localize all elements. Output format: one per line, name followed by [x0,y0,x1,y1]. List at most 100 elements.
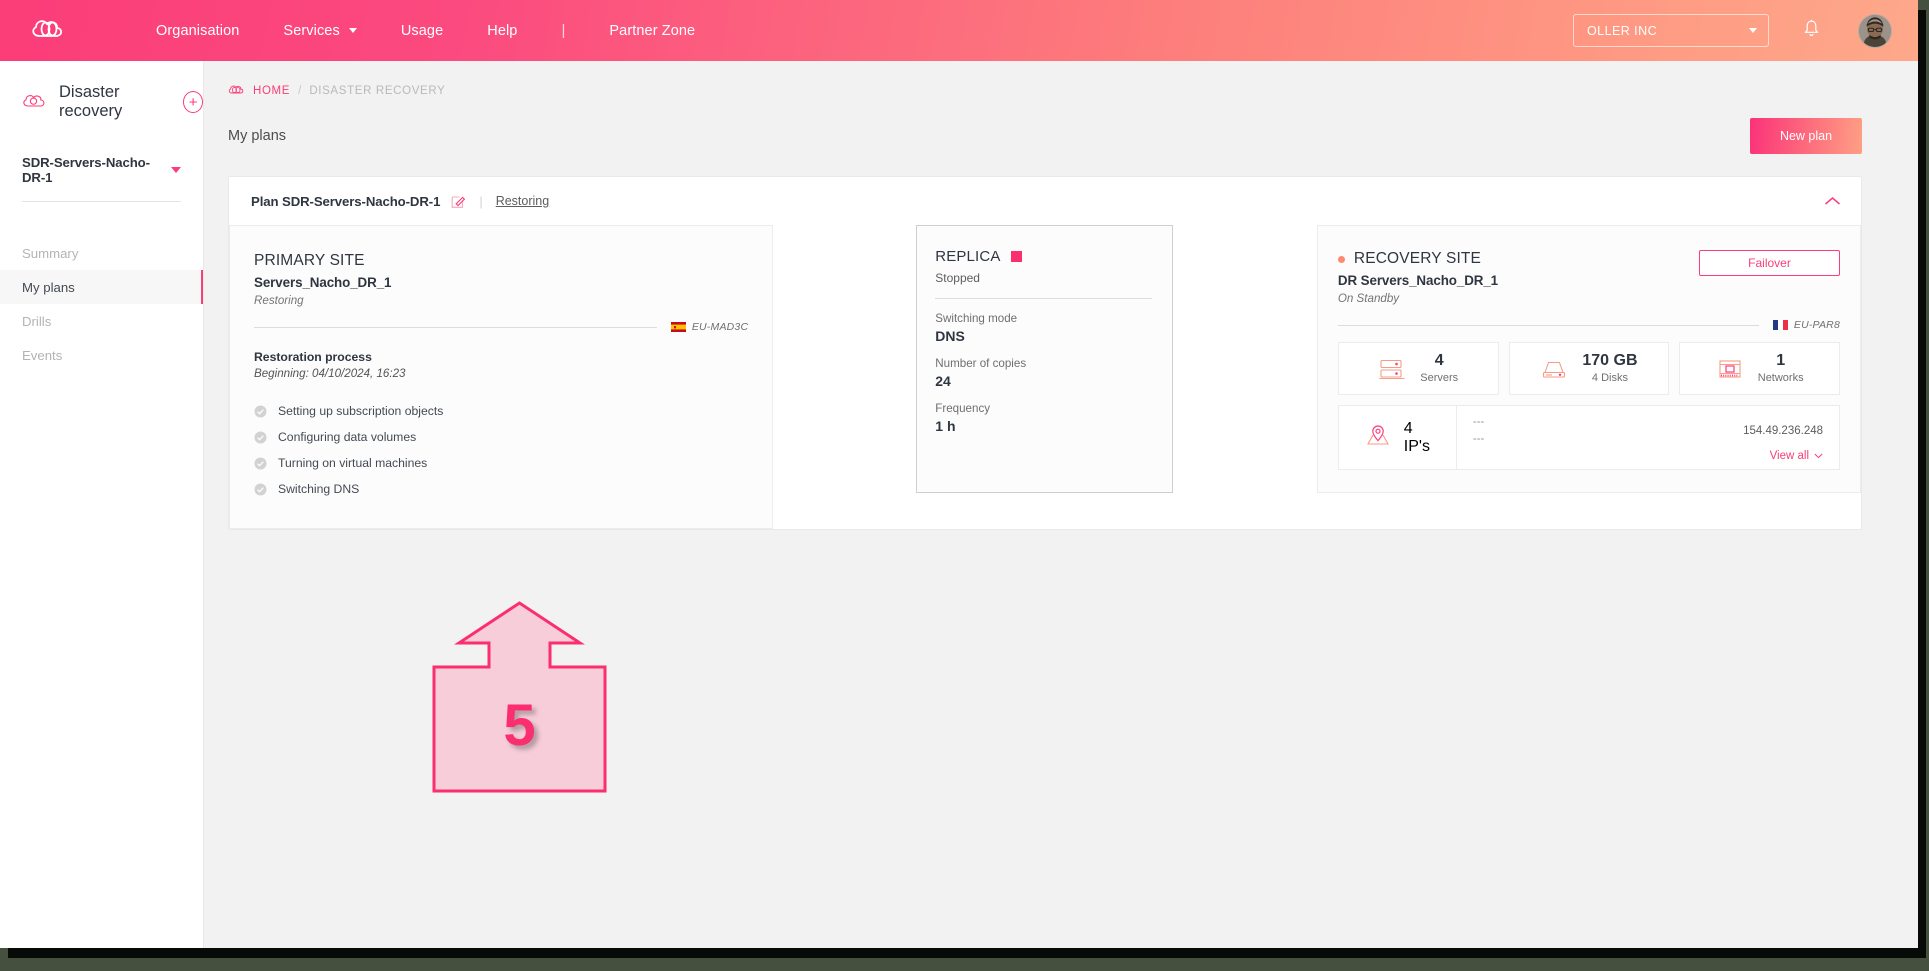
check-circle-icon [254,483,267,496]
divider [935,298,1152,299]
location-pin-icon [1365,423,1391,452]
sites-row: PRIMARY SITE Servers_Nacho_DR_1 Restorin… [229,225,1862,529]
replica-title: REPLICA [935,248,1001,265]
stat-value: 4 [1434,352,1444,370]
breadcrumb-home[interactable]: HOME [253,85,290,97]
plan-selector-value: SDR-Servers-Nacho-DR-1 [22,155,150,185]
cloud-logo-icon[interactable] [26,14,80,48]
nav-item-help[interactable]: Help [487,17,517,45]
application-window: Organisation Services Usage Help | Partn… [0,0,1918,948]
nav-item-organisation[interactable]: Organisation [156,17,239,45]
chevron-up-icon[interactable] [1824,196,1841,206]
sidebar-item-my-plans[interactable]: My plans [0,270,203,304]
plan-header-bar: Plan SDR-Servers-Nacho-DR-1 | Restoring [229,177,1861,225]
nav-label: Partner Zone [609,22,696,39]
plan-name: Plan SDR-Servers-Nacho-DR-1 [251,193,441,209]
avatar[interactable] [1858,13,1892,48]
nav-item-partner-zone[interactable]: Partner Zone [609,17,695,45]
field-label: Number of copies [935,357,1027,370]
restoration-step-label: Turning on virtual machines [278,456,428,470]
sidebar-item-label: Events [22,347,63,363]
plan-status-link[interactable]: Restoring [496,194,550,208]
annotation-callout: 5 [432,601,607,793]
recovery-site-title: RECOVERY SITE [1353,250,1482,267]
organisation-name: OLLER INC [1587,23,1658,38]
restoration-step-label: Setting up subscription objects [278,404,444,418]
ip-tile-detail: --- --- 154.49.236.248 View all [1457,406,1839,469]
recovery-site-name: DR Servers_Nacho_DR_1 [1337,273,1499,288]
new-plan-button[interactable]: New plan [1750,118,1862,154]
check-circle-icon [254,431,267,444]
main-content: HOME / DISASTER RECOVERY My plans New pl… [204,61,1918,948]
main-nav: Organisation Services Usage Help | Partn… [156,17,739,45]
flag-spain [670,322,686,332]
nav-label: Usage [400,22,444,39]
field-value: DNS [935,328,965,344]
nav-item-services[interactable]: Services [283,17,357,45]
stat-tile-disks: 170 GB 4 Disks [1508,342,1670,395]
status-badge [1337,255,1345,263]
page-title: My plans [228,128,287,144]
recovery-site-identity: RECOVERY SITE DR Servers_Nacho_DR_1 On S… [1337,250,1499,305]
sidebar-header: Disaster recovery + [0,61,203,121]
stat-tile-servers: 4 Servers [1337,342,1499,395]
plan-panel: Plan SDR-Servers-Nacho-DR-1 | Restoring [228,176,1862,530]
plan-bar-divider: | [479,193,483,209]
sidebar: Disaster recovery + SDR-Servers-Nacho-DR… [0,61,204,948]
ip-count-value: 4 [1403,419,1413,437]
failover-button[interactable]: Failover [1699,250,1841,276]
restoration-step: Configuring data volumes [254,424,748,450]
restoration-step: Setting up subscription objects [254,398,748,424]
ip-address: 154.49.236.248 [1743,425,1824,437]
servers-icon [1378,357,1406,381]
primary-site-state: Restoring [254,294,304,307]
status-badge [1010,251,1022,262]
field-label: Switching mode [935,312,1018,325]
restoration-step-label: Configuring data volumes [278,430,417,444]
primary-site-name: Servers_Nacho_DR_1 [254,275,392,290]
breadcrumb: HOME / DISASTER RECOVERY [204,61,1918,100]
network-icon [1716,357,1744,381]
annotation-number: 5 [503,692,536,758]
restoration-step-label: Switching DNS [278,482,360,496]
cloud-home-icon[interactable] [228,82,245,100]
recovery-site-region: EU-PAR8 [1772,319,1840,331]
restoration-process-date: Beginning: 04/10/2024, 16:23 [254,367,406,380]
sidebar-item-summary[interactable]: Summary [0,236,203,270]
recovery-site-title-row: RECOVERY SITE [1337,250,1498,268]
stat-tile-networks: 1 Networks [1679,342,1841,395]
nav-label: Services [283,22,340,39]
primary-site-title: PRIMARY SITE [254,252,365,269]
notification-bell-icon[interactable] [1803,19,1820,43]
add-plan-button[interactable]: + [183,91,203,113]
stat-tile-text: 170 GB 4 Disks [1582,352,1637,384]
sidebar-menu: Summary My plans Drills Events [0,236,203,372]
stat-value: 1 [1776,352,1786,370]
ip-count-caption: IP's [1403,437,1430,455]
sidebar-item-events[interactable]: Events [0,338,203,372]
check-circle-icon [254,405,267,418]
organisation-selector[interactable]: OLLER INC [1573,14,1769,47]
sidebar-item-label: My plans [22,279,75,295]
restoration-steps: Setting up subscription objects Configur… [254,398,748,502]
view-all-link[interactable]: View all [1770,450,1823,462]
primary-site-divider-row: EU-MAD3C [254,321,748,333]
nav-item-usage[interactable]: Usage [401,17,443,45]
stat-caption: Servers [1420,371,1459,384]
sidebar-item-drills[interactable]: Drills [0,304,203,338]
topbar-right-cluster: OLLER INC [1573,13,1918,48]
primary-site-region-label: EU-MAD3C [691,321,749,333]
page-header: My plans New plan [204,100,1918,154]
ip-tile: 4 IP's --- --- 154.49.236.248 View all [1337,405,1841,470]
chevron-down-icon [1814,453,1823,459]
plan-selector[interactable]: SDR-Servers-Nacho-DR-1 [22,155,181,202]
replica-field-switching-mode: Switching mode DNS [935,312,1152,344]
disk-icon [1540,357,1568,381]
ip-tile-text: 4 IP's [1404,420,1430,456]
recovery-site-card: RECOVERY SITE DR Servers_Nacho_DR_1 On S… [1316,225,1862,493]
sidebar-item-label: Summary [22,245,79,261]
replica-title-row: REPLICA [935,248,1152,265]
edit-pencil-icon[interactable] [451,194,466,209]
sidebar-title: Disaster recovery [59,83,123,120]
restoration-step: Turning on virtual machines [254,450,748,476]
